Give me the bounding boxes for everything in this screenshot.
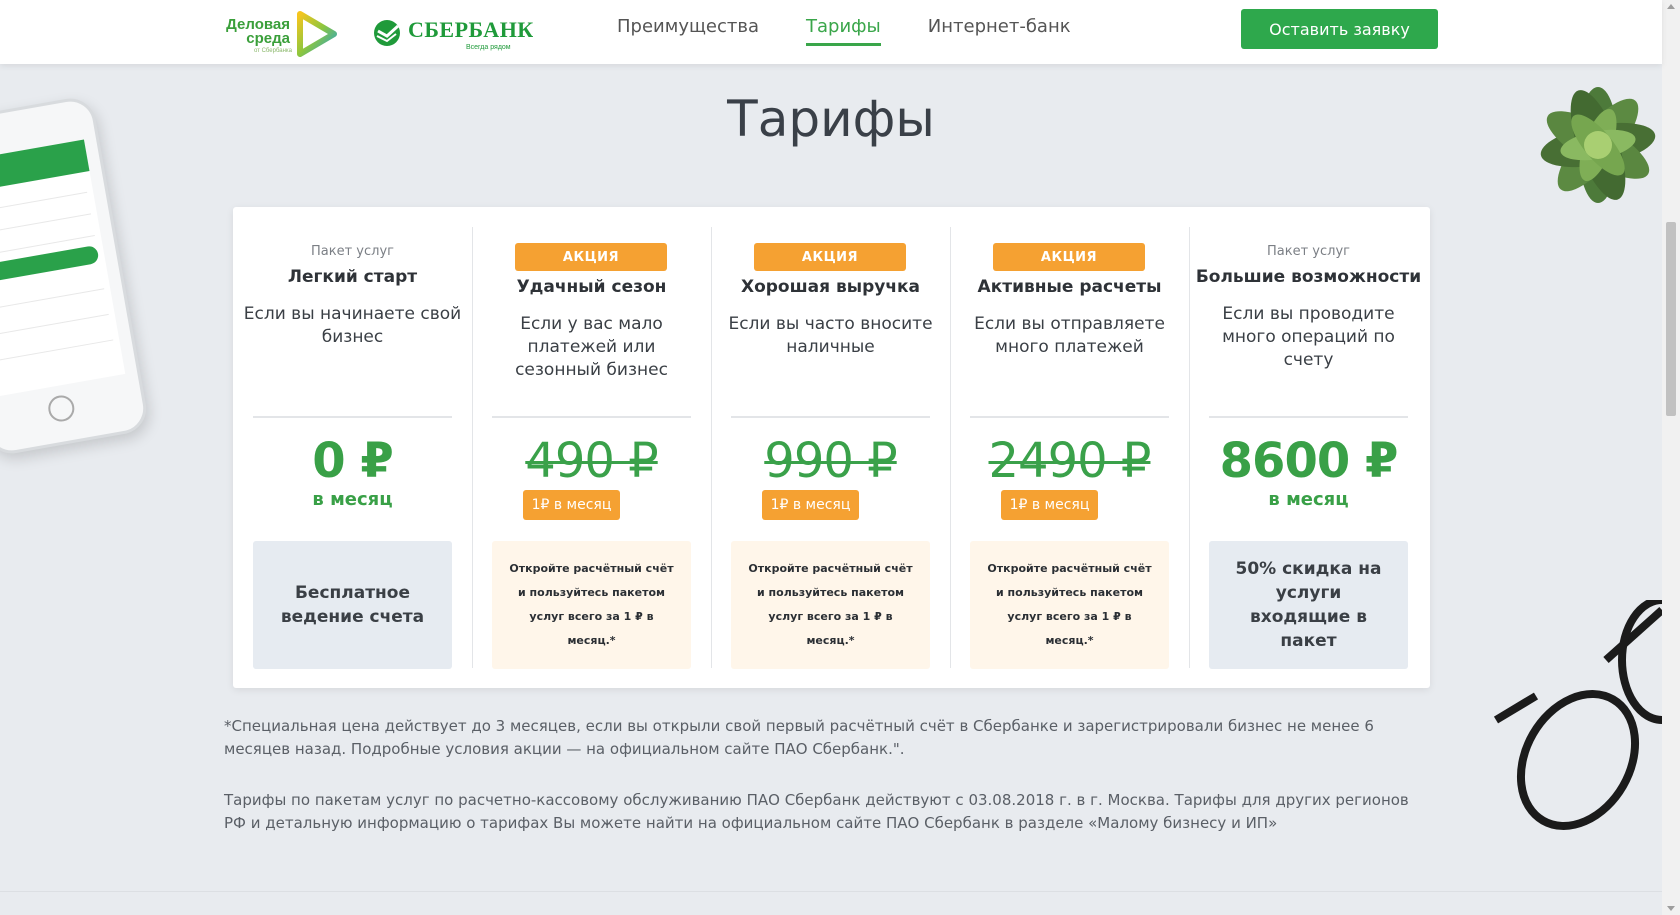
nav-item-internet-bank[interactable]: Интернет-банк — [928, 16, 1071, 46]
scroll-up-icon[interactable] — [1667, 4, 1675, 9]
plan-period: в месяц — [312, 489, 393, 510]
sberbank-emblem-icon — [374, 20, 400, 46]
plan-name: Удачный сезон — [516, 277, 667, 297]
promo-badge: АКЦИЯ — [993, 243, 1145, 271]
plan-description: Если вы начинаете свой бизнес — [243, 304, 462, 347]
plan-description: Если вы отправляете много платежей — [974, 314, 1165, 357]
plan-description: Если у вас мало платежей или сезонный би… — [515, 314, 668, 380]
promo-badge: АКЦИЯ — [515, 243, 667, 271]
plan-old-price: 490 ₽ — [525, 433, 658, 489]
page-scrollbar[interactable] — [1662, 0, 1680, 915]
plan-price: 8600 ₽ — [1219, 433, 1399, 489]
tariffs-card: Пакет услуг Легкий старт Если вы начинае… — [233, 207, 1430, 688]
plan-name: Хорошая выручка — [740, 277, 921, 297]
promo-badge: АКЦИЯ — [754, 243, 906, 271]
leave-request-button[interactable]: Оставить заявку — [1241, 9, 1438, 49]
main-nav: Преимущества Тарифы Интернет-банк — [617, 16, 1118, 46]
promo-price-badge: 1₽ в месяц — [762, 490, 859, 520]
plan-label: Пакет услуг — [1267, 244, 1350, 259]
plan-card-good-revenue: АКЦИЯ Хорошая выручка Если вы часто внос… — [711, 227, 950, 669]
delovaya-sreda-logo[interactable]: Деловая среда от Сбербанка — [222, 10, 342, 57]
phone-illustration — [0, 94, 151, 458]
delovaya-sreda-logo-text: Деловая среда — [226, 16, 290, 47]
plan-card-easy-start: Пакет услуг Легкий старт Если вы начинае… — [233, 227, 472, 669]
plan-separator — [970, 416, 1169, 418]
eyeglasses-illustration — [1493, 600, 1662, 830]
regional-tariffs-note: Тарифы по пакетам услуг по расчетно-касс… — [224, 791, 1409, 832]
plan-label: Пакет услуг — [311, 244, 394, 259]
sberbank-logo[interactable]: СБЕРБАНК Всегда рядом — [372, 14, 533, 54]
special-price-footnote: *Специальная цена действует до 3 месяцев… — [224, 717, 1374, 758]
plan-benefit-box: Бесплатное ведение счета — [253, 541, 452, 669]
promo-price-badge: 1₽ в месяц — [1001, 490, 1098, 520]
play-triangle-icon — [297, 11, 337, 57]
nav-item-advantages[interactable]: Преимущества — [617, 16, 759, 46]
page-title: Тарифы — [727, 90, 935, 148]
plan-benefit-box: 50% скидка на услуги входящие в пакет — [1209, 541, 1408, 669]
scrollbar-thumb[interactable] — [1666, 222, 1676, 416]
plan-card-big-opportunities: Пакет услуг Большие возможности Если вы … — [1189, 227, 1428, 669]
plan-separator — [1209, 416, 1408, 418]
delovaya-sreda-logo-subtext: от Сбербанка — [253, 48, 292, 54]
scroll-down-icon[interactable] — [1667, 906, 1675, 911]
plan-name: Легкий старт — [287, 267, 418, 287]
promo-price-badge: 1₽ в месяц — [523, 490, 620, 520]
plan-promo-box: Откройте расчётный счёт и пользуйтесь па… — [731, 541, 930, 669]
plan-name: Большие возможности — [1195, 267, 1422, 287]
plan-price: 0 ₽ — [312, 433, 394, 489]
section-divider — [0, 891, 1662, 892]
plan-description: Если вы часто вносите наличные — [728, 314, 933, 357]
plan-separator — [253, 416, 452, 418]
plan-promo-box: Откройте расчётный счёт и пользуйтесь па… — [970, 541, 1169, 669]
sberbank-logo-text: СБЕРБАНК — [408, 17, 534, 42]
sberbank-logo-subtext: Всегда рядом — [466, 44, 511, 51]
site-header: Деловая среда от Сбербанка СБЕРБАНК Всег… — [0, 0, 1662, 64]
plan-card-active-payments: АКЦИЯ Активные расчеты Если вы отправляе… — [950, 227, 1189, 669]
plan-card-lucky-season: АКЦИЯ Удачный сезон Если у вас мало плат… — [472, 227, 711, 669]
nav-item-tariffs[interactable]: Тарифы — [806, 16, 881, 46]
plan-separator — [492, 416, 691, 418]
plan-period: в месяц — [1268, 489, 1349, 510]
plan-description: Если вы проводите много операций по счет… — [1222, 304, 1395, 370]
plan-old-price: 990 ₽ — [764, 433, 897, 489]
succulent-plant-illustration — [1540, 87, 1656, 203]
plan-promo-box: Откройте расчётный счёт и пользуйтесь па… — [492, 541, 691, 669]
plan-name: Активные расчеты — [977, 277, 1162, 297]
plan-separator — [731, 416, 930, 418]
plan-old-price: 2490 ₽ — [988, 433, 1152, 489]
